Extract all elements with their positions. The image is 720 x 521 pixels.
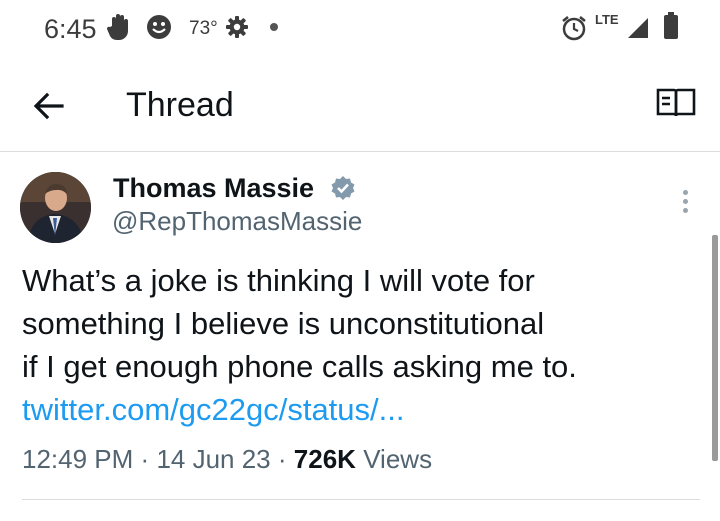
scrollbar[interactable] (712, 235, 718, 461)
alarm-icon (562, 16, 586, 41)
temperature: 73° (189, 18, 218, 39)
author-handle[interactable]: @RepThomasMassie (112, 206, 362, 237)
meta-separator: · (277, 444, 287, 474)
tweet-link[interactable]: twitter.com/gc22gc/status/... (22, 388, 702, 431)
tweet-date[interactable]: 14 Jun 23 (156, 444, 270, 474)
views-label: Views (363, 444, 433, 474)
hand-icon (106, 14, 128, 41)
network-type: LTE (595, 12, 619, 27)
tweet-text-line: What’s a joke is thinking I will vote fo… (22, 263, 535, 298)
tweet-text-line: something I believe is unconstitutional (22, 306, 545, 341)
avatar-image (20, 172, 91, 243)
tweet-meta: 12:49 PM · 14 Jun 23 · 726K Views (22, 444, 432, 475)
tweet-text-line: if I get enough phone calls asking me to… (22, 349, 577, 384)
verified-badge-icon (331, 176, 355, 200)
tweet-time[interactable]: 12:49 PM (22, 444, 133, 474)
arrow-left-icon[interactable] (28, 86, 68, 126)
signal-icon (628, 18, 648, 38)
battery-icon (664, 12, 678, 39)
status-time: 6:45 (44, 14, 97, 44)
avatar[interactable] (20, 172, 91, 243)
more-options-icon[interactable] (674, 186, 696, 220)
app-bar: Thread (0, 56, 720, 152)
tweet-text: What’s a joke is thinking I will vote fo… (22, 259, 702, 431)
smiley-icon (147, 15, 171, 39)
gear-icon (226, 16, 248, 38)
meta-separator: · (140, 444, 150, 474)
status-bar: 6:45 73° LTE (0, 0, 720, 56)
dot-icon (270, 23, 278, 31)
page-title: Thread (126, 86, 234, 124)
author-name[interactable]: Thomas Massie (113, 173, 314, 204)
views-count: 726K (293, 444, 356, 474)
book-icon[interactable] (654, 84, 698, 124)
divider (22, 499, 700, 500)
